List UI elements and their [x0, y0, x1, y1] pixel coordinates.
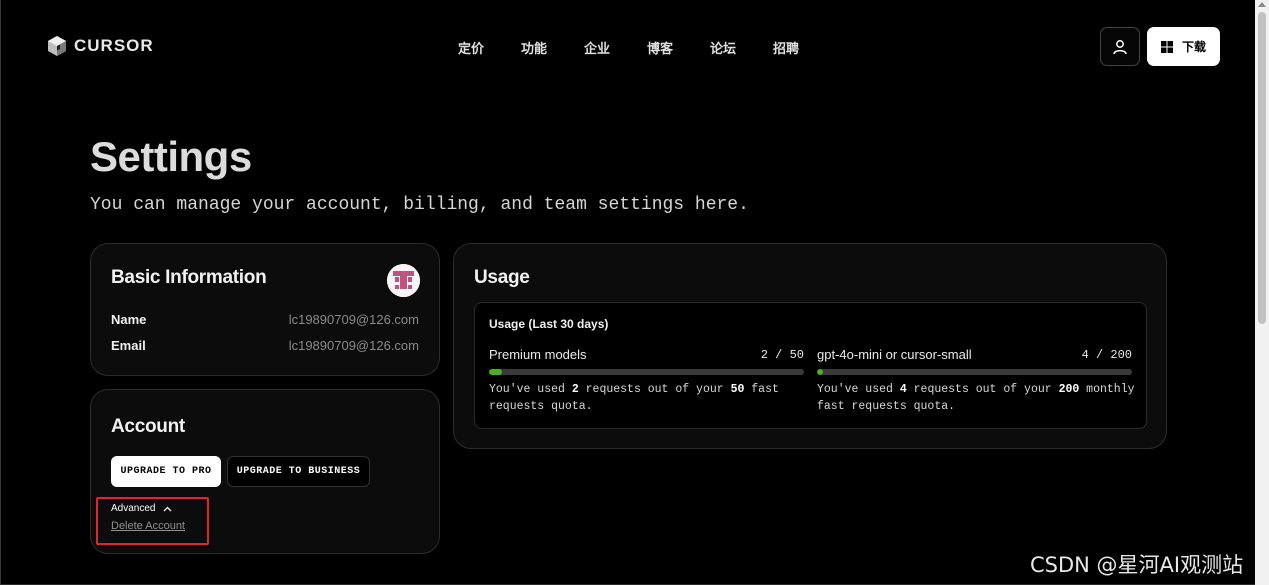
download-button[interactable]: 下载 [1147, 27, 1220, 66]
nav-item-features[interactable]: 功能 [521, 38, 584, 57]
usage-title: Usage [474, 267, 530, 288]
page-subtitle: You can manage your account, billing, an… [90, 195, 749, 215]
basic-information-card: Basic Information Name lc19890709@126.co… [90, 243, 440, 376]
brand-logo[interactable]: CURSOR [46, 35, 154, 57]
name-value: lc19890709@126.com [288, 312, 419, 327]
user-icon [1113, 39, 1127, 54]
usage-count: 2 / 50 [760, 348, 804, 362]
name-label: Name [111, 312, 147, 327]
account-card: Account UPGRADE TO PRO UPGRADE TO BUSINE… [90, 389, 440, 554]
usage-card: Usage Usage (Last 30 days) Premium model… [453, 243, 1167, 449]
account-title: Account [111, 416, 185, 437]
nav-item-blog[interactable]: 博客 [647, 38, 710, 57]
avatar-identicon-icon [387, 264, 420, 297]
usage-count: 4 / 200 [1081, 348, 1132, 362]
chevron-up-icon [164, 506, 172, 511]
top-nav: 定价 功能 企业 博客 论坛 招聘 [458, 38, 836, 57]
page-title: Settings [90, 133, 252, 180]
email-value: lc19890709@126.com [288, 338, 419, 353]
advanced-toggle[interactable]: Advanced [111, 503, 172, 514]
scrollbar-thumb[interactable] [1258, 12, 1266, 324]
nav-item-forum[interactable]: 论坛 [710, 38, 773, 57]
usage-description: You've used 2 requests out of your 50 fa… [489, 383, 779, 413]
usage-progress-fill [489, 369, 502, 375]
nav-item-pricing[interactable]: 定价 [458, 38, 521, 57]
scroll-up-arrow-icon[interactable] [1258, 2, 1266, 7]
upgrade-to-business-button[interactable]: UPGRADE TO BUSINESS [227, 456, 370, 487]
advanced-label: Advanced [111, 503, 156, 514]
cursor-cube-logo-icon [48, 36, 66, 56]
usage-progress-bar [817, 369, 1132, 375]
usage-progress-bar [489, 369, 804, 375]
usage-description: You've used 4 requests out of your 200 m… [817, 383, 1135, 413]
upgrade-to-pro-button[interactable]: UPGRADE TO PRO [111, 456, 221, 487]
usage-panel: Usage (Last 30 days) Premium models 2 / … [474, 302, 1147, 429]
nav-item-enterprise[interactable]: 企业 [584, 38, 647, 57]
basic-information-title: Basic Information [111, 267, 267, 288]
brand-name: CURSOR [74, 36, 154, 55]
usage-progress-fill [817, 369, 824, 375]
nav-item-careers[interactable]: 招聘 [773, 38, 836, 57]
delete-account-link[interactable]: Delete Account [111, 520, 185, 532]
email-label: Email [111, 338, 146, 353]
download-label: 下载 [1181, 40, 1206, 54]
windows-icon [1160, 40, 1173, 53]
vertical-scrollbar[interactable] [1255, 0, 1269, 585]
usage-period-label: Usage (Last 30 days) [489, 317, 609, 331]
avatar[interactable] [387, 264, 420, 297]
usage-model-name: Premium models [489, 347, 587, 362]
watermark: CSDN @星河AI观测站 [1030, 553, 1244, 577]
usage-model-name: gpt-4o-mini or cursor-small [817, 347, 972, 362]
account-button[interactable] [1100, 27, 1140, 66]
